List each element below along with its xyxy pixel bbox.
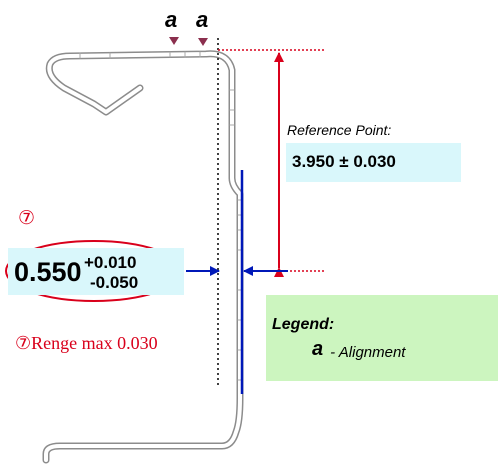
legend-title: Legend: <box>272 316 335 333</box>
marker-a-right: a <box>196 7 209 32</box>
feature-number: ⑦ <box>18 208 36 229</box>
reference-value-box: 3.950 ± 0.030 <box>286 143 461 182</box>
reference-value: 3.950 ± 0.030 <box>292 152 396 171</box>
marker-a-left: a <box>165 7 178 32</box>
lower-tolerance: -0.050 <box>90 273 139 292</box>
legend-description: - Alignment <box>326 344 406 361</box>
marker-triangle-right <box>198 38 208 46</box>
legend-box: Legend: a - Alignment <box>266 295 498 381</box>
range-note: ⑦Renge max 0.030 <box>15 333 158 353</box>
marker-triangle-left <box>169 37 179 45</box>
part-drawing <box>5 37 324 464</box>
upper-tolerance: +0.010 <box>84 253 137 272</box>
tolerance-value-box: 0.550 +0.010 -0.050 <box>8 248 184 295</box>
nominal-value: 0.550 <box>14 257 82 287</box>
legend-symbol: a <box>312 338 324 360</box>
reference-point-label: Reference Point: <box>287 122 392 138</box>
